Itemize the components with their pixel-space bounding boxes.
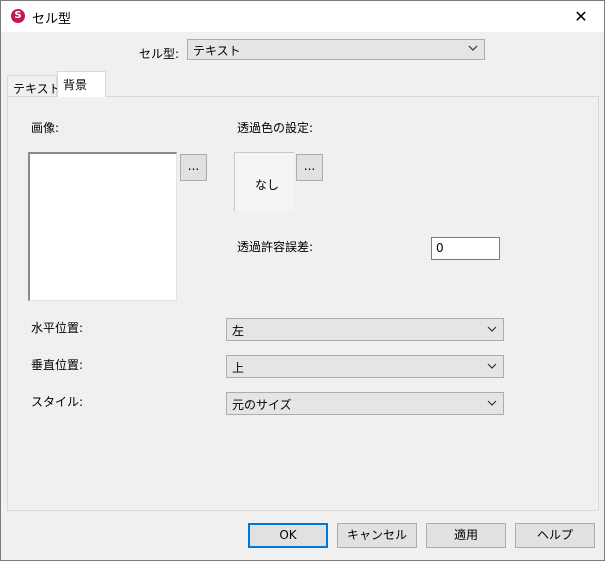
tab-background-label: 背景 bbox=[63, 78, 88, 92]
close-button[interactable]: ✕ bbox=[558, 1, 604, 32]
tolerance-label: 透過許容誤差: bbox=[237, 240, 314, 254]
chevron-down-icon bbox=[487, 326, 497, 332]
chevron-down-icon bbox=[487, 400, 497, 406]
tab-background[interactable]: 背景 bbox=[57, 71, 106, 97]
horizontal-position-value: 左 bbox=[232, 324, 245, 338]
tab-text[interactable]: テキスト bbox=[7, 75, 61, 96]
apply-button[interactable]: 適用 bbox=[426, 523, 506, 548]
vertical-position-value: 上 bbox=[232, 361, 245, 375]
ok-button[interactable]: OK bbox=[248, 523, 328, 548]
vertical-position-label: 垂直位置: bbox=[31, 358, 84, 372]
horizontal-position-label: 水平位置: bbox=[31, 321, 84, 335]
dialog-window: S セル型 ✕ セル型: テキスト テキスト 背景 画像: ... 透過色の設定… bbox=[0, 0, 605, 561]
window-title: セル型 bbox=[32, 12, 72, 27]
tolerance-input[interactable]: 0 bbox=[431, 237, 500, 260]
style-value: 元のサイズ bbox=[232, 398, 292, 412]
transparent-color-value: なし bbox=[255, 178, 280, 192]
transparent-color-preview: なし bbox=[234, 152, 294, 211]
horizontal-position-select[interactable]: 左 bbox=[226, 318, 504, 341]
title-bar: S セル型 ✕ bbox=[1, 1, 604, 32]
cancel-button[interactable]: キャンセル bbox=[337, 523, 417, 548]
image-label: 画像: bbox=[31, 121, 60, 135]
tab-text-label: テキスト bbox=[13, 82, 61, 96]
transparent-color-label: 透過色の設定: bbox=[237, 121, 314, 135]
close-icon[interactable]: ✕ bbox=[574, 7, 587, 26]
app-logo-icon: S bbox=[11, 9, 25, 23]
style-label: スタイル: bbox=[31, 395, 84, 409]
chevron-down-icon bbox=[487, 363, 497, 369]
help-button[interactable]: ヘルプ bbox=[515, 523, 595, 548]
image-browse-button[interactable]: ... bbox=[180, 154, 207, 181]
celltype-label: セル型: bbox=[139, 47, 180, 61]
transparent-color-browse-button[interactable]: ... bbox=[296, 154, 323, 181]
chevron-down-icon bbox=[468, 45, 478, 51]
celltype-select-value: テキスト bbox=[193, 44, 241, 58]
image-preview bbox=[28, 152, 177, 301]
celltype-select[interactable]: テキスト bbox=[187, 39, 485, 60]
vertical-position-select[interactable]: 上 bbox=[226, 355, 504, 378]
style-select[interactable]: 元のサイズ bbox=[226, 392, 504, 415]
